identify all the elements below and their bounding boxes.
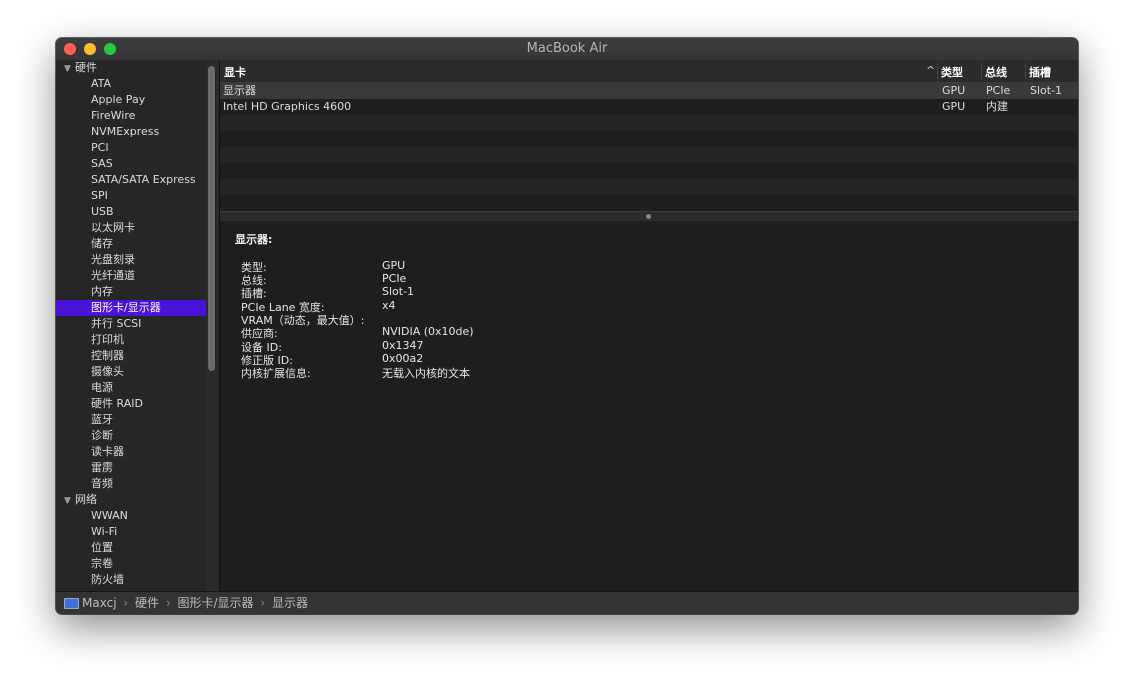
sidebar-list: ▼ 硬件 ATA Apple Pay FireWire NVMExpress PCI SAS S… [56,60,206,588]
sidebar-item[interactable]: SATA/SATA Express [56,172,206,188]
sidebar-item[interactable]: ATA [56,76,206,92]
system-information-window: MacBook Air ▼ 硬件 ATA Apple Pay FireWire NVMEx… [56,38,1078,614]
detail-value: Slot-1 [382,285,415,298]
sidebar-item[interactable]: 以太网卡 [56,220,206,236]
sidebar-item[interactable]: 控制器 [56,348,206,364]
sidebar-item[interactable]: 音频 [56,476,206,492]
sidebar-item[interactable]: 硬件 RAID [56,396,206,412]
sort-indicator-icon: ^ [926,64,936,77]
table-header: 显卡 ^ 类型 总线 插槽 [220,60,1078,83]
sidebar-item[interactable]: FireWire [56,108,206,124]
main-content: 显卡 ^ 类型 总线 插槽 显示器 GPU PCIe Slot-1 Intel … [220,60,1078,592]
sidebar-item[interactable]: USB [56,204,206,220]
sidebar-item[interactable]: 光盘刻录 [56,252,206,268]
sidebar-item[interactable]: 光纤通道 [56,268,206,284]
sidebar-item[interactable]: PCI [56,140,206,156]
empty-row [220,147,1078,163]
disclosure-triangle-icon[interactable]: ▼ [64,61,75,77]
empty-row [220,163,1078,179]
sidebar-item[interactable]: 位置 [56,540,206,556]
cell-type: GPU [942,100,966,113]
sidebar-item[interactable]: 诊断 [56,428,206,444]
detail-value: NVIDIA (0x10de) [382,325,474,338]
disclosure-triangle-icon[interactable]: ▼ [64,493,75,509]
title-bar[interactable]: MacBook Air [56,38,1078,61]
detail-value: GPU [382,259,406,272]
sidebar-item[interactable]: SPI [56,188,206,204]
detail-value: x4 [382,299,396,312]
table-row[interactable]: Intel HD Graphics 4600 GPU 内建 [220,99,1078,115]
empty-row [220,195,1078,211]
cell-bus: PCIe [986,84,1011,97]
sidebar-item[interactable]: 宗卷 [56,556,206,572]
sidebar-item[interactable]: WWAN [56,508,206,524]
sidebar-group[interactable]: ▼ 网络 [56,492,206,508]
divider-handle-icon[interactable] [646,214,651,219]
sidebar-item[interactable]: 电源 [56,380,206,396]
cell-name: 显示器 [223,84,256,97]
breadcrumb-separator-icon: › [165,596,171,610]
sidebar-item[interactable]: 图形卡/显示器 [56,300,206,316]
breadcrumb-separator-icon: › [260,596,266,610]
computer-icon [64,598,79,609]
sidebar-item[interactable]: Wi-Fi [56,524,206,540]
breadcrumb-item[interactable]: Maxcj [82,596,117,610]
sidebar-item[interactable]: 摄像头 [56,364,206,380]
sidebar-group-label: 网络 [75,493,97,506]
sidebar-scroll-thumb[interactable] [208,66,215,371]
detail-value: 0x00a2 [382,352,424,365]
column-header-type[interactable]: 类型 [941,64,963,80]
sidebar-group-label: 硬件 [75,61,97,74]
sidebar-item[interactable]: NVMExpress [56,124,206,140]
cell-name: Intel HD Graphics 4600 [223,100,352,113]
window-title: MacBook Air [526,41,608,56]
cell-type: GPU [942,84,966,97]
breadcrumb-item[interactable]: 图形卡/显示器 [177,596,253,610]
sidebar-item[interactable]: 雷雳 [56,460,206,476]
detail-value: 无载入内核的文本 [382,367,470,380]
breadcrumb-item[interactable]: 硬件 [135,596,159,610]
detail-pane: 显示器: 类型: GPU 总线: PCIe 插槽: Slot-1 PCIe La… [220,221,1078,592]
sidebar-item[interactable]: 储存 [56,236,206,252]
detail-value: 0x1347 [382,339,424,352]
status-bar: Maxcj › 硬件 › 图形卡/显示器 › 显示器 [56,591,1078,614]
empty-row [220,179,1078,195]
sidebar-item[interactable]: 内存 [56,284,206,300]
detail-key: 内核扩展信息: [241,367,311,380]
cell-bus: 内建 [986,100,1008,113]
table-body: 显示器 GPU PCIe Slot-1 Intel HD Graphics 46… [220,83,1078,211]
table-row[interactable]: 显示器 GPU PCIe Slot-1 [220,83,1078,99]
sidebar: ▼ 硬件 ATA Apple Pay FireWire NVMExpress PCI SAS S… [56,60,220,592]
sidebar-item[interactable]: 防火墙 [56,572,206,588]
breadcrumb-separator-icon: › [123,596,129,610]
sidebar-item[interactable]: 打印机 [56,332,206,348]
sidebar-item[interactable]: SAS [56,156,206,172]
column-separator [981,63,982,79]
empty-row [220,131,1078,147]
sidebar-item[interactable]: Apple Pay [56,92,206,108]
column-separator [1025,63,1026,79]
column-header-slot[interactable]: 插槽 [1029,64,1051,80]
sidebar-group[interactable]: ▼ 硬件 [56,60,206,76]
breadcrumb-item[interactable]: 显示器 [272,596,308,610]
column-header-name[interactable]: 显卡 [224,64,246,80]
detail-value: PCIe [382,272,407,285]
sidebar-item[interactable]: 蓝牙 [56,412,206,428]
column-header-bus[interactable]: 总线 [985,64,1007,80]
detail-title: 显示器: [235,233,273,246]
cell-slot: Slot-1 [1030,84,1063,97]
breadcrumb: Maxcj › 硬件 › 图形卡/显示器 › 显示器 [82,592,308,614]
column-separator [937,63,938,79]
sidebar-item[interactable]: 读卡器 [56,444,206,460]
empty-row [220,115,1078,131]
sidebar-item[interactable]: 并行 SCSI [56,316,206,332]
